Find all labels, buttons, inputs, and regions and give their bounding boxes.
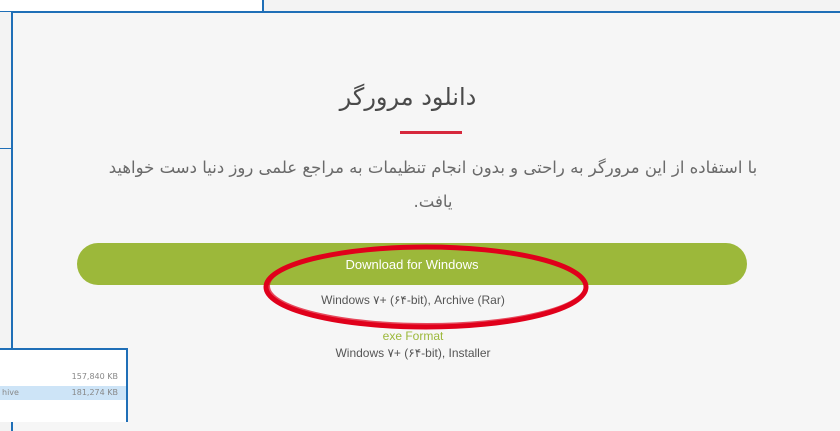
file-row-selected[interactable]: hive 181,274 KB	[0, 386, 126, 400]
download-button-label: Download for Windows	[345, 256, 479, 272]
page-title: دانلود مرورگر	[339, 83, 477, 111]
file-row[interactable]: 157,840 KB	[0, 370, 126, 384]
download-page-window: دانلود مرورگر با استفاده از این مرورگر ب…	[11, 11, 840, 431]
file-size: 181,274 KB	[71, 388, 118, 397]
title-underline	[400, 131, 462, 134]
installer-info-text: Windows ۷+ (۶۴-bit), Installer	[335, 346, 491, 360]
archive-info-text: Windows ۷+ (۶۴-bit), Archive (Rar)	[321, 293, 505, 307]
file-type: hive	[2, 388, 19, 397]
file-size: 157,840 KB	[71, 372, 118, 381]
exe-format-link[interactable]: exe Format	[13, 329, 813, 343]
file-list-window: 157,840 KB hive 181,274 KB	[0, 348, 128, 422]
page-description: با استفاده از این مرورگر به راحتی و بدون…	[108, 158, 758, 211]
download-for-windows-button[interactable]: Download for Windows	[77, 243, 747, 285]
